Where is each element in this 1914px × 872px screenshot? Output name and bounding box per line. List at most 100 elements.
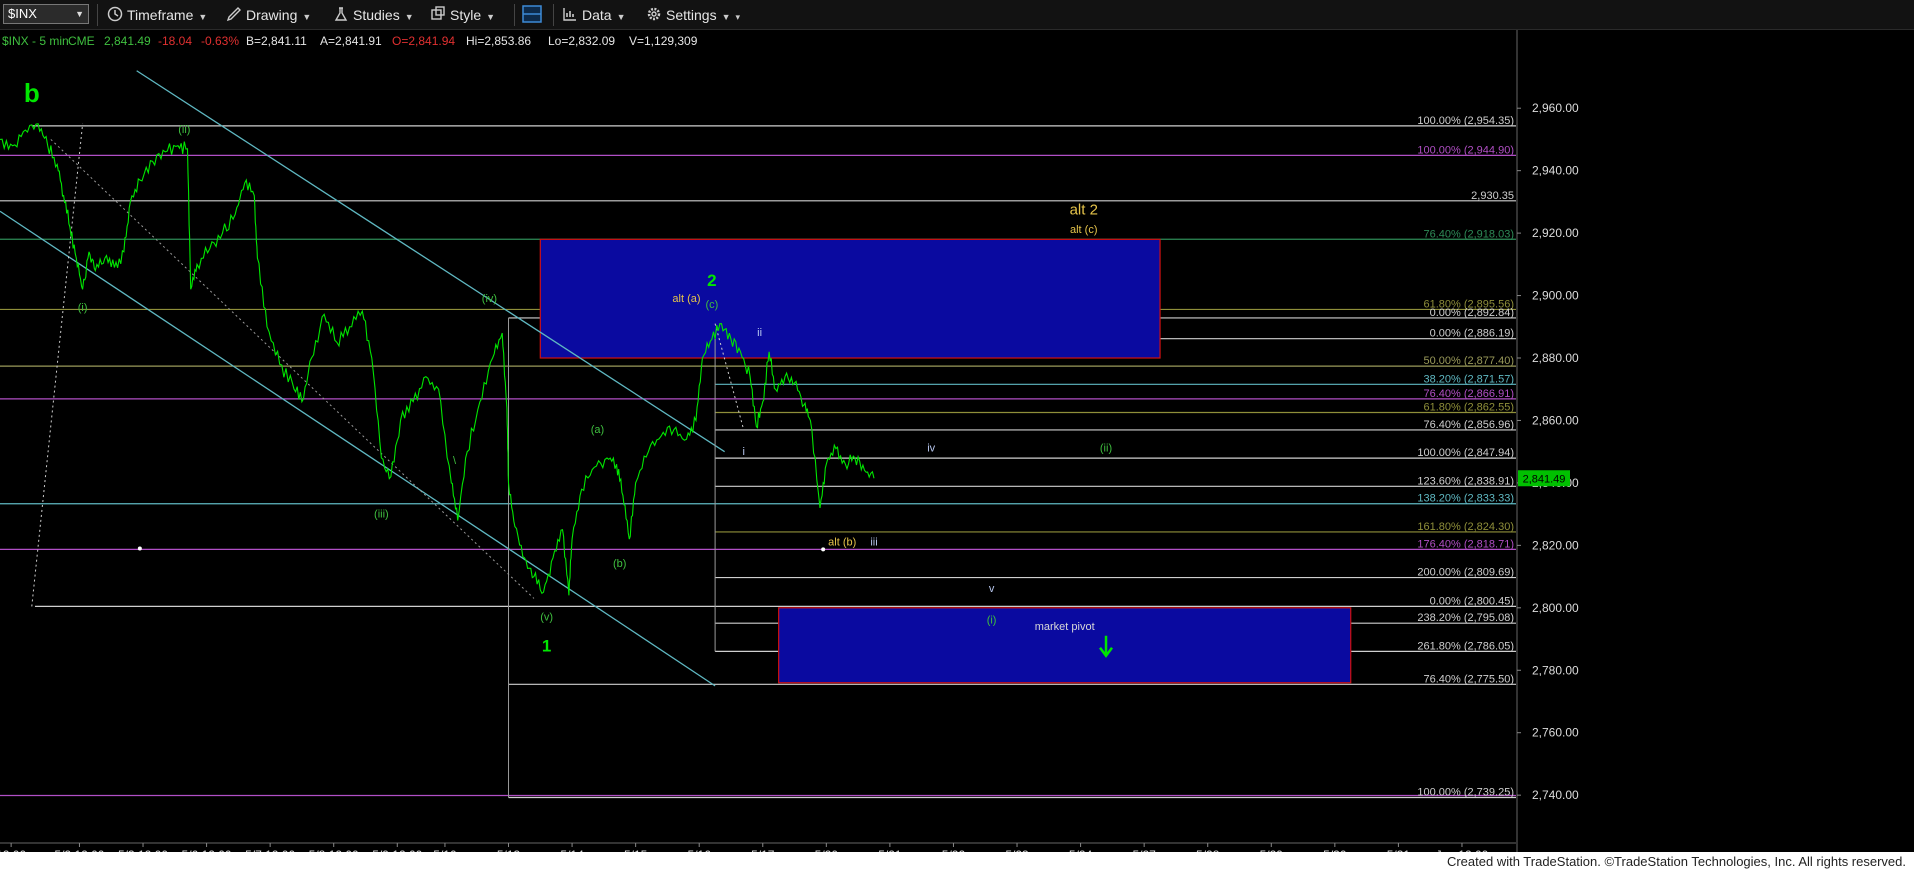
footer: Created with TradeStation. ©TradeStation… xyxy=(0,852,1914,872)
wave-label: (b) xyxy=(613,558,626,570)
wave-label: ii xyxy=(757,327,762,339)
wave-label: 2 xyxy=(707,271,716,290)
wave-label: i xyxy=(742,446,744,458)
drawing-label: Drawing xyxy=(246,7,298,23)
wave-label: (i) xyxy=(78,302,88,314)
fib-level-label: 76.40% (2,775.50) xyxy=(1423,673,1514,685)
chart-toolbar: $INX ▼ Timeframe ▼ Drawing ▼ Studies ▼ Styl… xyxy=(0,0,1914,30)
fib-level-label: 76.40% (2,856.96) xyxy=(1423,419,1514,431)
fib-level-label: 261.80% (2,786.05) xyxy=(1417,640,1514,652)
toolbar-divider xyxy=(514,4,515,26)
last-price: 2,841.49 xyxy=(104,34,151,48)
chart-title: $INX - 5 min xyxy=(2,34,69,48)
price-tick-label: 2,740.00 xyxy=(1532,788,1579,802)
net-change: -18.04 xyxy=(158,34,192,48)
data-icon xyxy=(562,6,578,27)
wave-label: b xyxy=(24,78,40,108)
settings-label: Settings xyxy=(666,7,717,23)
timeframe-menu[interactable]: Timeframe ▼ xyxy=(107,5,207,25)
data-label: Data xyxy=(582,7,612,23)
chevron-down-icon: ▼ xyxy=(302,12,312,22)
last-price-label: 2,841.49 xyxy=(1523,473,1566,485)
fib-level-label: 100.00% (2,739.25) xyxy=(1417,787,1514,799)
chevron-down-icon: ▼ xyxy=(198,12,208,22)
fib-level-label: 176.40% (2,818.71) xyxy=(1417,538,1514,550)
marker-dot xyxy=(821,547,826,552)
copyright-text: Created with TradeStation. ©TradeStation… xyxy=(1446,854,1906,869)
open-price: O=2,841.94 xyxy=(392,34,455,48)
studies-menu[interactable]: Studies ▼ xyxy=(333,5,414,25)
chevron-down-icon: ▼ xyxy=(404,12,414,22)
high-price: Hi=2,853.86 xyxy=(466,34,531,48)
fib-level-label: 238.20% (2,795.08) xyxy=(1417,612,1514,624)
bid-price: B=2,841.11 xyxy=(246,34,307,48)
fib-level-label: 138.20% (2,833.33) xyxy=(1417,493,1514,505)
wave-label: alt (c) xyxy=(1070,224,1098,236)
price-tick-label: 2,800.00 xyxy=(1532,601,1579,615)
wave-label: (ii) xyxy=(178,124,190,136)
chevron-down-icon[interactable]: ▼ xyxy=(75,5,84,23)
low-price: Lo=2,832.09 xyxy=(548,34,615,48)
toolbar-divider xyxy=(97,4,98,26)
style-menu[interactable]: Style ▼ xyxy=(430,5,495,25)
zone-label: market pivot xyxy=(1035,621,1095,633)
price-tick-label: 2,900.00 xyxy=(1532,289,1579,303)
fib-level-label: 0.00% (2,892.84) xyxy=(1430,307,1514,319)
window-layout-icon xyxy=(522,5,542,28)
price-tick-label: 2,780.00 xyxy=(1532,663,1579,677)
wave-label: alt 2 xyxy=(1070,201,1098,218)
drawing-icon xyxy=(226,6,242,27)
timeframe-label: Timeframe xyxy=(127,7,194,23)
fib-level-label: 161.80% (2,824.30) xyxy=(1417,521,1514,533)
marker-dot xyxy=(137,546,142,551)
style-label: Style xyxy=(450,7,482,23)
settings-menu[interactable]: Settings ▼ ▾ xyxy=(646,5,740,25)
target-zone-box xyxy=(778,607,1352,684)
wave-label: iv xyxy=(927,443,935,455)
fib-level-label: 100.00% (2,847.94) xyxy=(1417,447,1514,459)
price-tick-label: 2,940.00 xyxy=(1532,164,1579,178)
wave-label: (i) xyxy=(987,614,997,626)
price-tick-label: 2,760.00 xyxy=(1532,726,1579,740)
fib-level-label: 76.40% (2,918.03) xyxy=(1423,228,1514,240)
wave-label: (iii) xyxy=(374,508,389,520)
drawing-menu[interactable]: Drawing ▼ xyxy=(226,5,311,25)
wave-label: 1 xyxy=(542,637,551,656)
wave-label: v xyxy=(989,583,995,595)
fib-level-label: 0.00% (2,800.45) xyxy=(1430,595,1514,607)
fib-level-label: 100.00% (2,944.90) xyxy=(1417,144,1514,156)
fib-level-label: 2,930.35 xyxy=(1471,190,1514,202)
gear-icon xyxy=(646,6,662,27)
chevron-down-icon: ▼ xyxy=(721,12,731,22)
volume: V=1,129,309 xyxy=(629,34,698,48)
studies-label: Studies xyxy=(353,7,400,23)
price-tick-label: 2,820.00 xyxy=(1532,538,1579,552)
wave-label: alt (a) xyxy=(672,293,700,305)
ask-price: A=2,841.91 xyxy=(320,34,382,48)
fib-level-label: 100.00% (2,954.35) xyxy=(1417,115,1514,127)
chart-background xyxy=(0,30,1914,852)
fib-level-label: 50.00% (2,877.40) xyxy=(1423,355,1514,367)
style-icon xyxy=(430,6,446,27)
exchange-label: CME xyxy=(68,34,95,48)
symbol-value: $INX xyxy=(8,6,37,21)
layout-button[interactable] xyxy=(522,5,546,25)
quote-header: $INX - 5 min CME 2,841.49 -18.04 -0.63% … xyxy=(2,34,698,48)
wave-label: alt (b) xyxy=(828,536,856,548)
fib-level-label: 38.20% (2,871.57) xyxy=(1423,373,1514,385)
price-tick-label: 2,920.00 xyxy=(1532,226,1579,240)
fib-level-label: 76.40% (2,866.91) xyxy=(1423,388,1514,400)
wave-label: (ii) xyxy=(1100,443,1112,455)
wave-label: (a) xyxy=(591,424,604,436)
wave-label: (v) xyxy=(540,611,553,623)
symbol-input[interactable]: $INX ▼ xyxy=(3,4,89,24)
price-chart[interactable]: market pivot b(i)(ii)(iii)\(iv)(v)1(a)(b… xyxy=(0,30,1914,852)
price-tick-label: 2,960.00 xyxy=(1532,101,1579,115)
fib-level-label: 61.80% (2,862.55) xyxy=(1423,401,1514,413)
data-menu[interactable]: Data ▼ xyxy=(562,5,626,25)
more-options-icon[interactable]: ▾ xyxy=(736,12,741,22)
fib-level-label: 0.00% (2,886.19) xyxy=(1430,328,1514,340)
timeframe-icon xyxy=(107,6,123,27)
wave-label: (c) xyxy=(706,299,719,311)
chevron-down-icon: ▼ xyxy=(486,12,496,22)
